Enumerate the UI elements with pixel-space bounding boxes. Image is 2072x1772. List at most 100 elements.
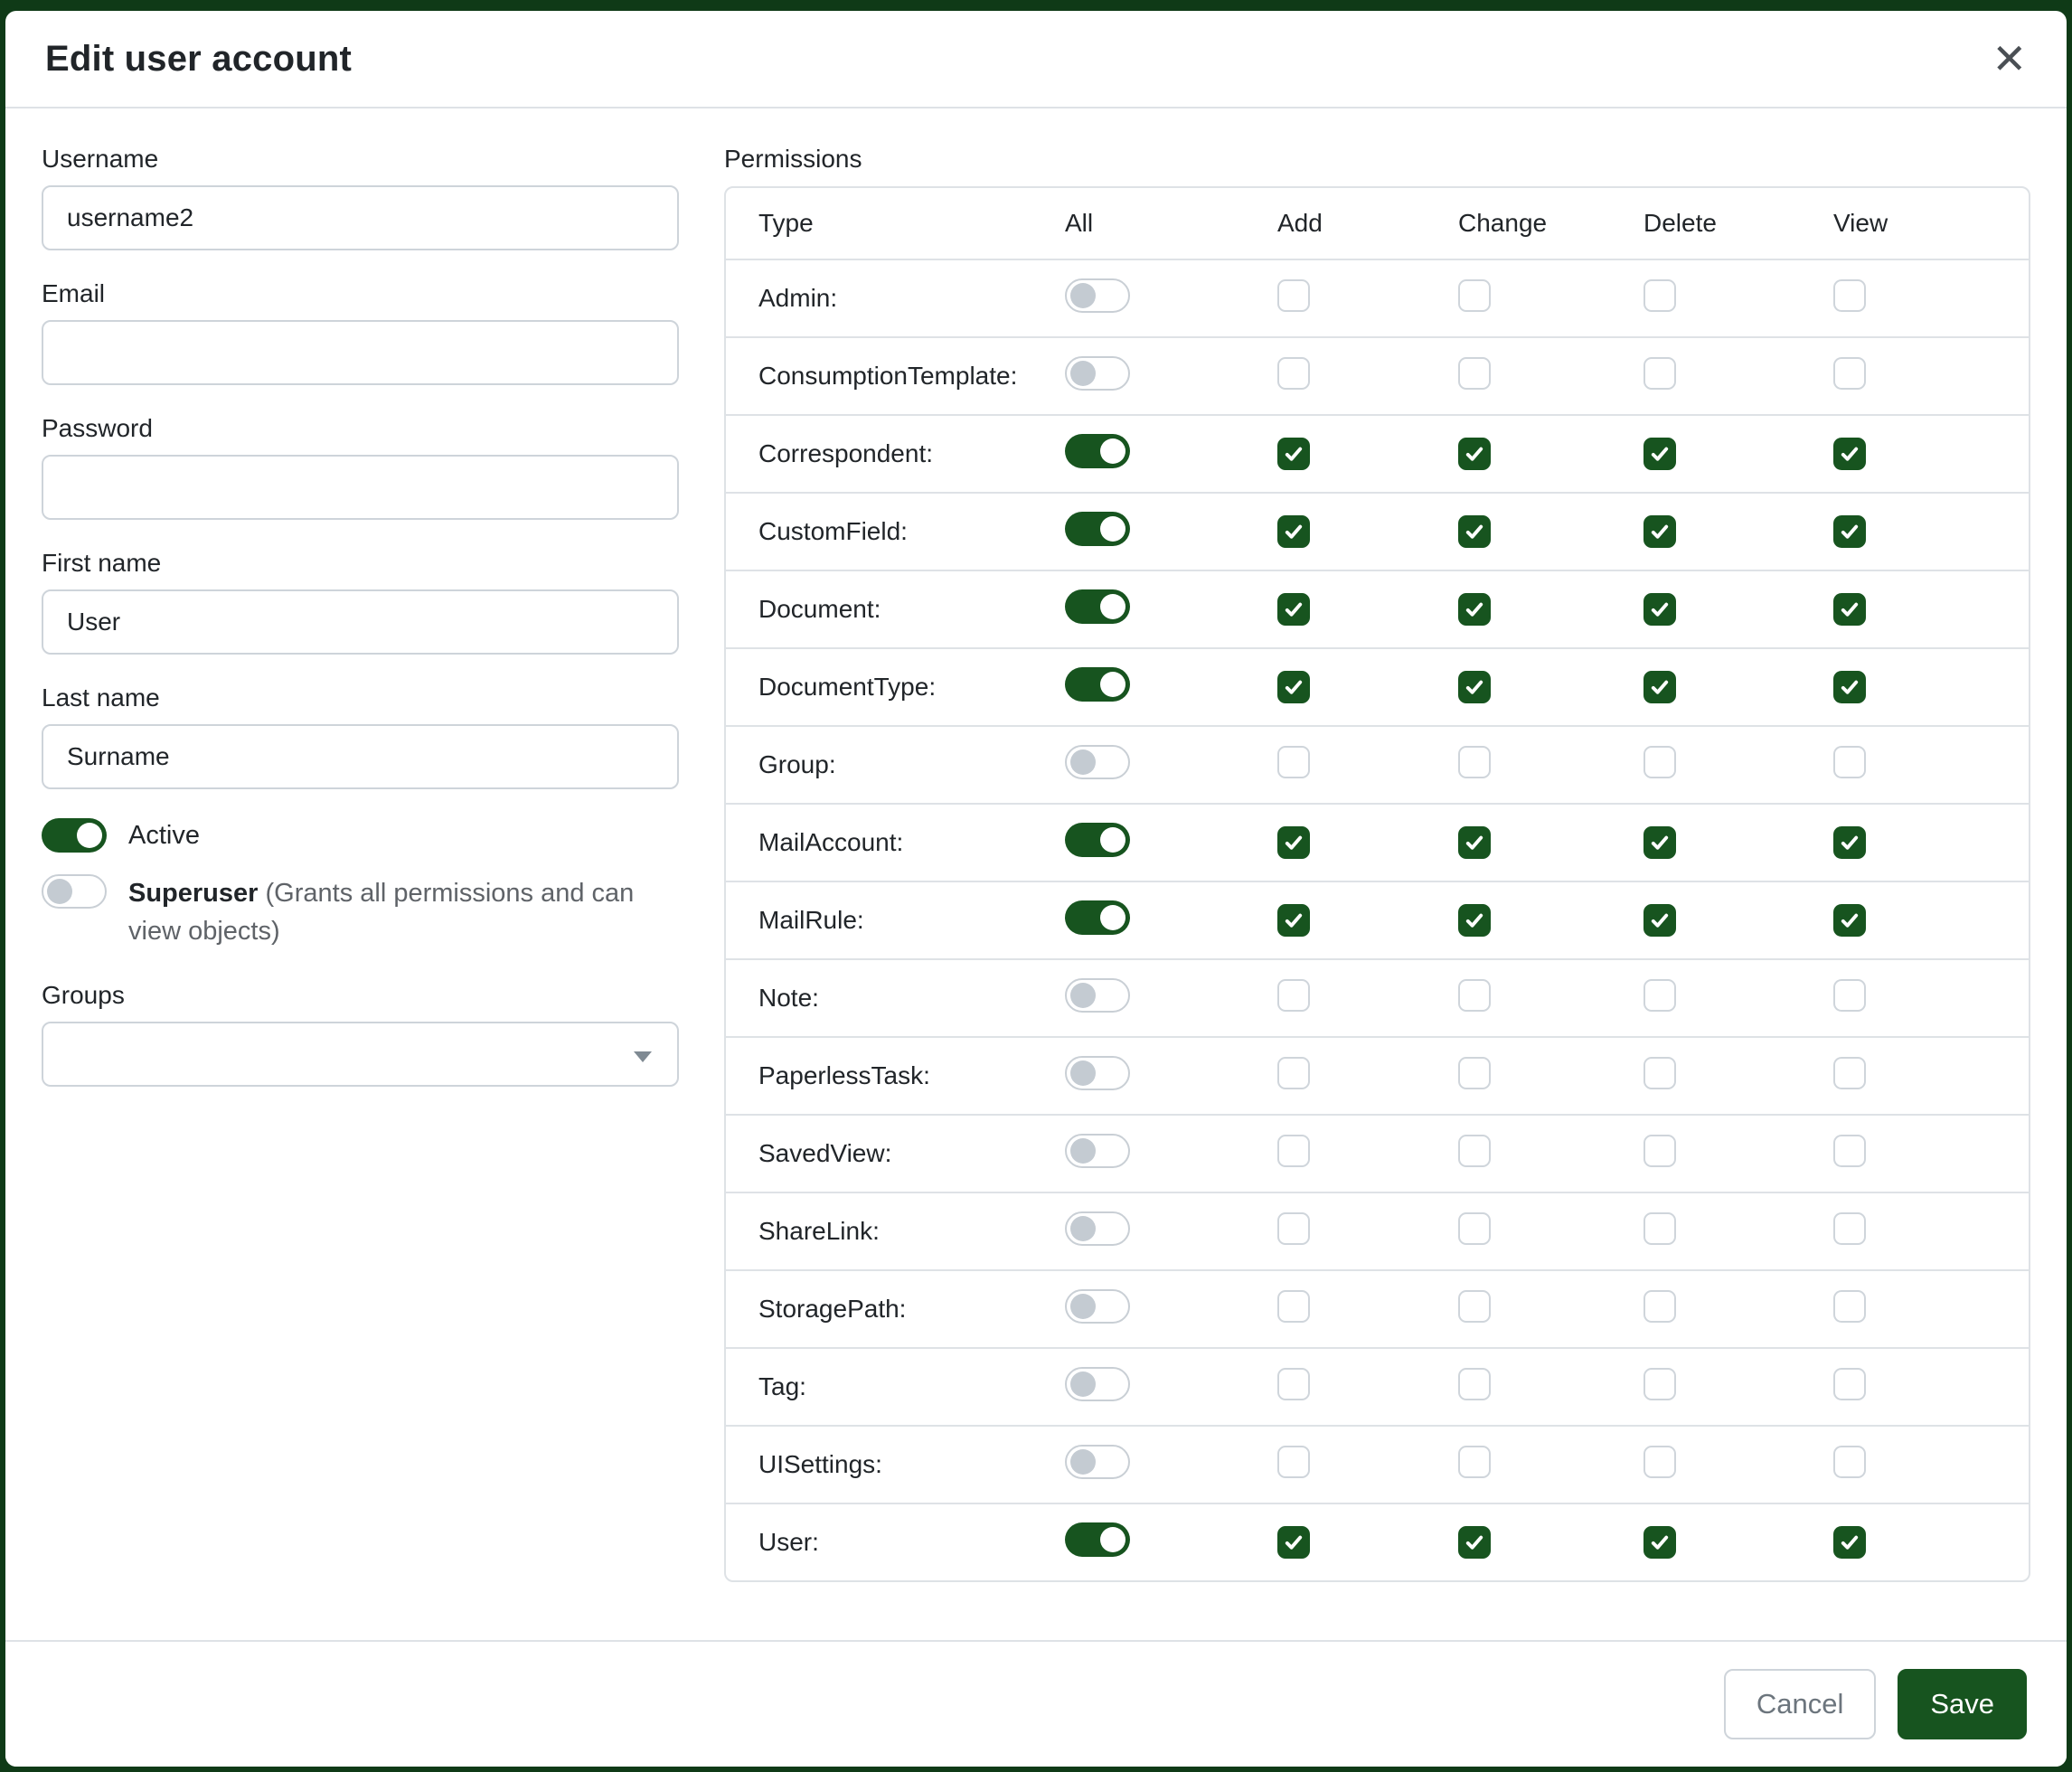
permission-view-checkbox[interactable] <box>1833 904 1866 937</box>
permission-add-checkbox[interactable] <box>1277 979 1310 1012</box>
permission-view-checkbox[interactable] <box>1833 1057 1866 1089</box>
permission-view-checkbox[interactable] <box>1833 357 1866 390</box>
permission-all-toggle[interactable] <box>1065 667 1130 702</box>
permission-all-toggle[interactable] <box>1065 1445 1130 1479</box>
permission-change-checkbox[interactable] <box>1458 515 1491 548</box>
permission-delete-checkbox[interactable] <box>1643 1368 1676 1400</box>
permission-delete-checkbox[interactable] <box>1643 357 1676 390</box>
permission-delete-checkbox[interactable] <box>1643 671 1676 703</box>
permission-add-checkbox[interactable] <box>1277 438 1310 470</box>
permission-view-checkbox[interactable] <box>1833 279 1866 312</box>
permission-delete-checkbox[interactable] <box>1643 904 1676 937</box>
permission-view-checkbox[interactable] <box>1833 826 1866 859</box>
permission-delete-checkbox[interactable] <box>1643 1526 1676 1559</box>
first-name-input[interactable] <box>42 589 679 655</box>
permission-delete-checkbox[interactable] <box>1643 1212 1676 1245</box>
permission-add-checkbox[interactable] <box>1277 826 1310 859</box>
permission-delete-checkbox[interactable] <box>1643 746 1676 778</box>
superuser-toggle[interactable] <box>42 874 107 909</box>
permission-delete-checkbox[interactable] <box>1643 593 1676 626</box>
permission-change-checkbox[interactable] <box>1458 904 1491 937</box>
permission-delete-checkbox[interactable] <box>1643 438 1676 470</box>
permission-view-checkbox[interactable] <box>1833 1526 1866 1559</box>
permission-add-checkbox[interactable] <box>1277 1057 1310 1089</box>
permission-view-checkbox[interactable] <box>1833 515 1866 548</box>
permission-add-checkbox[interactable] <box>1277 357 1310 390</box>
permission-change-checkbox[interactable] <box>1458 746 1491 778</box>
permission-add-checkbox[interactable] <box>1277 515 1310 548</box>
permission-all-toggle[interactable] <box>1065 1522 1130 1557</box>
first-name-label: First name <box>42 549 679 578</box>
permission-change-checkbox[interactable] <box>1458 671 1491 703</box>
permission-add-checkbox[interactable] <box>1277 1368 1310 1400</box>
permission-delete-checkbox[interactable] <box>1643 1135 1676 1167</box>
permission-view-checkbox[interactable] <box>1833 1368 1866 1400</box>
permission-view-checkbox[interactable] <box>1833 593 1866 626</box>
permission-delete-checkbox[interactable] <box>1643 1057 1676 1089</box>
email-input[interactable] <box>42 320 679 385</box>
permission-change-checkbox[interactable] <box>1458 1057 1491 1089</box>
permission-all-toggle[interactable] <box>1065 1056 1130 1090</box>
permission-change-checkbox[interactable] <box>1458 1526 1491 1559</box>
permission-view-checkbox[interactable] <box>1833 438 1866 470</box>
permission-delete-checkbox[interactable] <box>1643 279 1676 312</box>
permission-change-checkbox[interactable] <box>1458 1446 1491 1478</box>
cancel-button[interactable]: Cancel <box>1724 1669 1877 1739</box>
column-header-type: Type <box>726 209 1065 238</box>
permission-add-checkbox[interactable] <box>1277 1135 1310 1167</box>
permission-all-toggle[interactable] <box>1065 512 1130 546</box>
permission-all-toggle[interactable] <box>1065 589 1130 624</box>
permission-all-toggle[interactable] <box>1065 1134 1130 1168</box>
permission-type-label: ShareLink: <box>726 1217 1065 1246</box>
permission-delete-checkbox[interactable] <box>1643 1290 1676 1323</box>
permission-row: SavedView: <box>726 1114 2029 1192</box>
active-toggle[interactable] <box>42 818 107 853</box>
permission-change-checkbox[interactable] <box>1458 1212 1491 1245</box>
save-button[interactable]: Save <box>1898 1669 2027 1739</box>
permission-all-toggle[interactable] <box>1065 356 1130 391</box>
permission-all-toggle[interactable] <box>1065 745 1130 779</box>
permission-all-toggle[interactable] <box>1065 900 1130 935</box>
permission-delete-checkbox[interactable] <box>1643 515 1676 548</box>
permission-add-checkbox[interactable] <box>1277 1526 1310 1559</box>
permission-change-checkbox[interactable] <box>1458 1290 1491 1323</box>
permission-add-checkbox[interactable] <box>1277 746 1310 778</box>
permission-all-toggle[interactable] <box>1065 1211 1130 1246</box>
permission-view-checkbox[interactable] <box>1833 1212 1866 1245</box>
permission-all-toggle[interactable] <box>1065 434 1130 468</box>
permission-add-checkbox[interactable] <box>1277 279 1310 312</box>
permission-all-toggle[interactable] <box>1065 823 1130 857</box>
groups-select[interactable] <box>42 1022 679 1087</box>
permission-all-toggle[interactable] <box>1065 278 1130 313</box>
permission-change-checkbox[interactable] <box>1458 357 1491 390</box>
password-input[interactable] <box>42 455 679 520</box>
permission-add-checkbox[interactable] <box>1277 904 1310 937</box>
permission-view-checkbox[interactable] <box>1833 1446 1866 1478</box>
last-name-input[interactable] <box>42 724 679 789</box>
close-icon[interactable]: ✕ <box>1992 38 2027 80</box>
permission-delete-checkbox[interactable] <box>1643 979 1676 1012</box>
permission-delete-checkbox[interactable] <box>1643 826 1676 859</box>
permission-all-toggle[interactable] <box>1065 978 1130 1013</box>
permission-change-checkbox[interactable] <box>1458 593 1491 626</box>
permission-delete-checkbox[interactable] <box>1643 1446 1676 1478</box>
permission-change-checkbox[interactable] <box>1458 279 1491 312</box>
permission-change-checkbox[interactable] <box>1458 1135 1491 1167</box>
permission-all-toggle[interactable] <box>1065 1367 1130 1401</box>
permission-view-checkbox[interactable] <box>1833 979 1866 1012</box>
permission-view-checkbox[interactable] <box>1833 1290 1866 1323</box>
permission-add-checkbox[interactable] <box>1277 1212 1310 1245</box>
permission-add-checkbox[interactable] <box>1277 593 1310 626</box>
permission-all-toggle[interactable] <box>1065 1289 1130 1324</box>
permission-add-checkbox[interactable] <box>1277 671 1310 703</box>
permission-change-checkbox[interactable] <box>1458 826 1491 859</box>
permission-view-checkbox[interactable] <box>1833 671 1866 703</box>
permission-add-checkbox[interactable] <box>1277 1290 1310 1323</box>
permission-change-checkbox[interactable] <box>1458 1368 1491 1400</box>
permission-view-checkbox[interactable] <box>1833 746 1866 778</box>
permission-add-checkbox[interactable] <box>1277 1446 1310 1478</box>
permission-view-checkbox[interactable] <box>1833 1135 1866 1167</box>
permission-change-checkbox[interactable] <box>1458 438 1491 470</box>
permission-change-checkbox[interactable] <box>1458 979 1491 1012</box>
username-input[interactable] <box>42 185 679 250</box>
